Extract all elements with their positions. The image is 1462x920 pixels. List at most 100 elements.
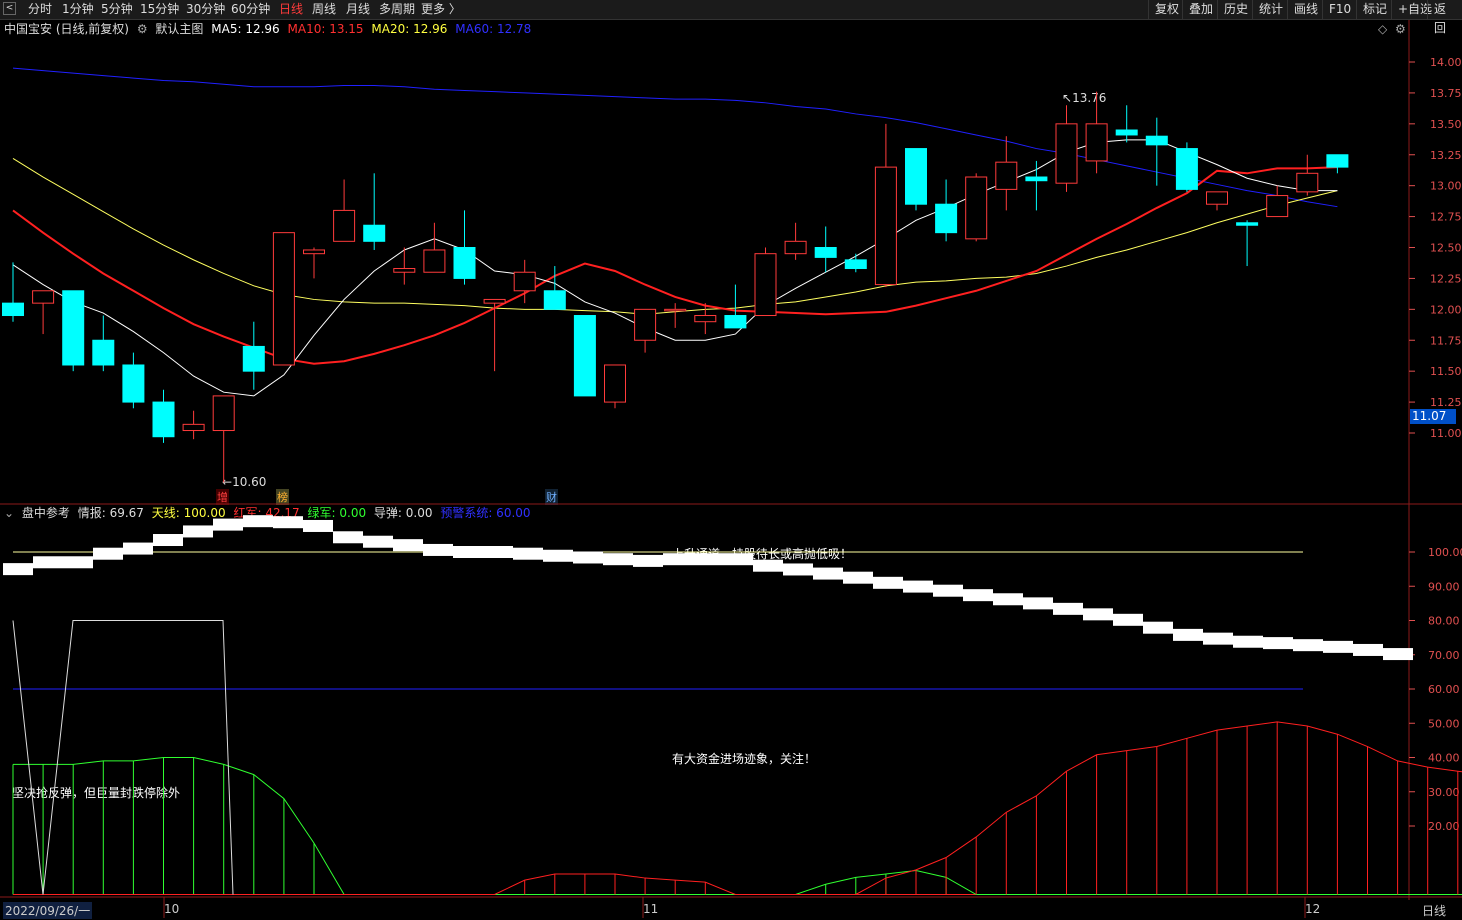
band-block (513, 547, 543, 560)
candle-body (453, 247, 476, 279)
band-block (633, 554, 663, 567)
sub-y-tick-label: 60.00 (1428, 683, 1460, 696)
band-block (423, 543, 453, 556)
y-tick-label: 12.50 (1430, 242, 1462, 255)
period-tab[interactable]: 60分钟 (231, 1, 270, 18)
band-block (483, 546, 513, 558)
band-block (453, 546, 483, 558)
mark-button[interactable]: 标记 (1356, 0, 1393, 19)
candle-body (32, 290, 55, 304)
band-block (753, 559, 783, 572)
band-block (3, 563, 33, 576)
band-block (1323, 640, 1353, 653)
y-tick-label: 12.25 (1430, 272, 1462, 285)
y-tick-label: 11.00 (1430, 427, 1462, 440)
band-block (783, 563, 813, 576)
sub-y-tick-label: 20.00 (1428, 820, 1460, 833)
back-arrow-icon[interactable]: < (3, 2, 16, 15)
candle-body (1206, 191, 1228, 205)
candle-body (874, 166, 897, 286)
band-block (723, 553, 753, 566)
sub-y-tick-label: 90.00 (1428, 580, 1460, 593)
candle-body (242, 345, 265, 372)
band-block (123, 542, 153, 555)
chart-canvas[interactable]: 11.00 11.25 11.50 11.75 12.00 12.25 12.50 12.75… (0, 20, 1462, 918)
candle-body (694, 315, 717, 323)
candle-body (303, 249, 325, 255)
sub-y-tick-label: 70.00 (1428, 649, 1460, 662)
period-tab[interactable]: 30分钟 (186, 1, 225, 18)
y-tick-label: 12.00 (1430, 303, 1462, 316)
band-block (1383, 648, 1413, 661)
band-block (1113, 613, 1143, 626)
y-tick-label: 11.25 (1430, 396, 1462, 409)
return-button[interactable]: 返回 (1427, 0, 1462, 35)
candle-body (844, 259, 867, 270)
period-tab[interactable]: 15分钟 (140, 1, 179, 18)
band-block (1233, 635, 1263, 648)
fuquan-button[interactable]: 复权 (1148, 0, 1185, 19)
candle-body (965, 176, 988, 240)
period-tab[interactable]: 多周期 (379, 1, 415, 18)
candle-body (935, 203, 958, 234)
toolbar: < 分时 1分钟 5分钟 15分钟 30分钟 60分钟 日线 周线 月线 多周期… (0, 0, 1462, 35)
candle-body (995, 161, 1018, 190)
candle-body (664, 308, 687, 312)
band-block (543, 549, 573, 562)
period-tab[interactable]: 更多 〉 (421, 1, 461, 18)
period-tab[interactable]: 月线 (346, 1, 370, 18)
band-block (1173, 628, 1203, 641)
band-block (393, 539, 423, 552)
candle-body (92, 339, 115, 366)
band-block (603, 553, 633, 566)
candle-body (122, 364, 145, 403)
candle-body (573, 315, 596, 397)
band-block (693, 553, 723, 566)
y-tick-label: 13.50 (1430, 118, 1462, 131)
band-block (963, 589, 993, 602)
overlay-button[interactable]: 叠加 (1182, 0, 1219, 19)
qingbao-line (12, 620, 234, 895)
period-tab[interactable]: 周线 (312, 1, 336, 18)
band-block (183, 525, 213, 538)
band-block (1143, 621, 1173, 634)
stats-button[interactable]: 统计 (1252, 0, 1289, 19)
band-block (1083, 608, 1113, 621)
band-block (1353, 643, 1383, 656)
candle-body (1236, 222, 1259, 226)
period-tab[interactable]: 分时 (28, 1, 52, 18)
sub-y-tick-label: 50.00 (1428, 717, 1460, 730)
y-tick-label: 13.75 (1430, 87, 1462, 100)
band-block (93, 547, 123, 560)
ma20-line (12, 158, 1338, 315)
y-tick-label: 11.50 (1430, 365, 1462, 378)
band-block (333, 531, 363, 544)
band-block (1203, 632, 1233, 645)
candle-body (1055, 123, 1078, 184)
candle-body (814, 247, 837, 258)
candle-body (1025, 176, 1048, 182)
draw-button[interactable]: 画线 (1287, 0, 1324, 19)
candle-body (272, 232, 295, 366)
band-block (573, 551, 603, 564)
sub-y-tick-label: 80.00 (1428, 615, 1460, 628)
history-button[interactable]: 历史 (1217, 0, 1254, 19)
band-block (813, 567, 843, 580)
candle-body (543, 290, 566, 310)
candle-body (905, 148, 927, 205)
band-block (303, 519, 333, 532)
band-block (1263, 637, 1293, 650)
y-tick-label: 13.00 (1430, 180, 1462, 193)
period-tab-active[interactable]: 日线 (279, 1, 303, 18)
band-block (213, 518, 243, 531)
candle-body (212, 395, 235, 432)
sub-y-tick-label: 100.00 (1428, 546, 1462, 559)
candle-body (333, 209, 356, 242)
candle-body (1115, 129, 1138, 136)
ma60-line (12, 67, 1338, 208)
band-block (243, 515, 273, 528)
period-tab[interactable]: 5分钟 (101, 1, 133, 18)
f10-button[interactable]: F10 (1322, 0, 1357, 19)
period-tab[interactable]: 1分钟 (62, 1, 94, 18)
candle-body (1326, 154, 1349, 168)
